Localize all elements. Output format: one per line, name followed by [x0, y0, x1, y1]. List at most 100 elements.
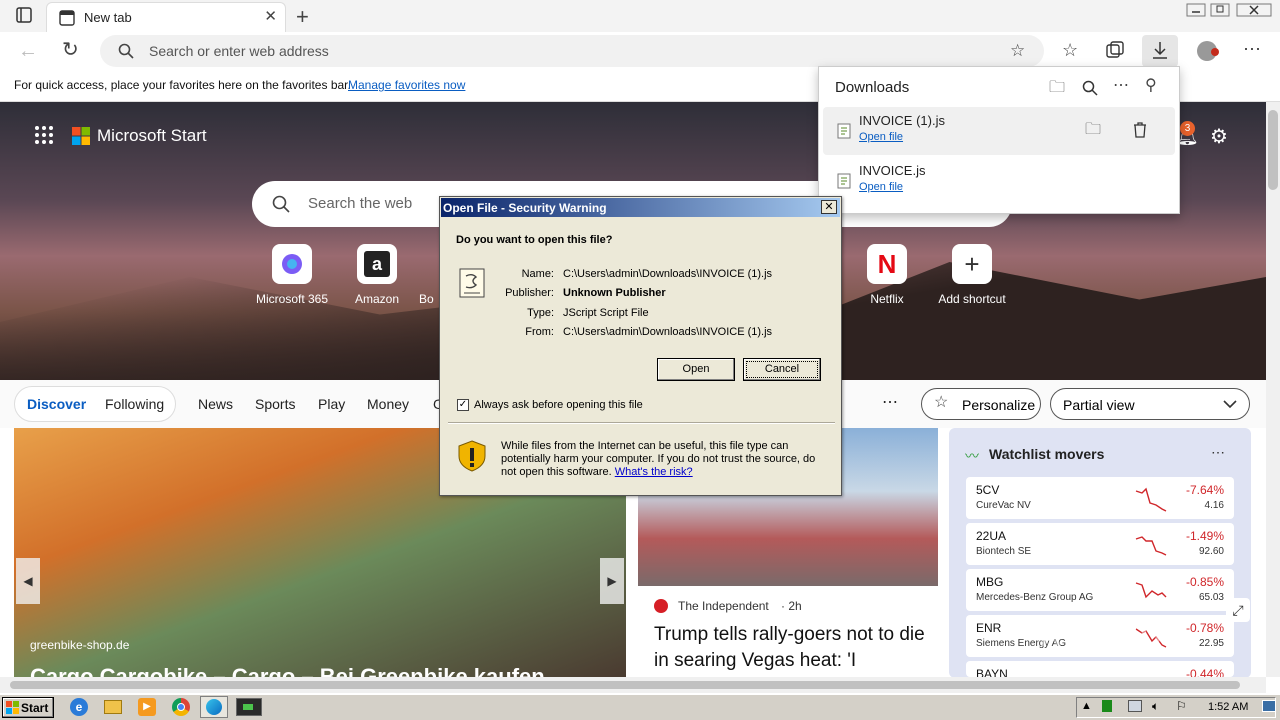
download-filename: INVOICE (1).js: [859, 113, 945, 128]
more-options-icon[interactable]: ⋯: [1113, 78, 1129, 94]
favorites-icon[interactable]: ☆: [1062, 41, 1078, 59]
shortcut-label: Netflix: [870, 292, 904, 306]
watchlist-row[interactable]: 5CV CureVac NV -7.64% 4.16: [966, 477, 1234, 519]
nav-money[interactable]: Money: [367, 396, 409, 412]
minimize-icon[interactable]: [1186, 2, 1206, 20]
type-label: Type:: [527, 307, 554, 319]
app-launcher-icon[interactable]: [35, 126, 53, 149]
vertical-scrollbar[interactable]: [1266, 102, 1280, 677]
media-player-icon[interactable]: ▶: [138, 698, 156, 716]
more-nav-icon[interactable]: ⋯: [882, 392, 898, 412]
always-ask-checkbox[interactable]: ✓: [457, 399, 469, 411]
tab-close-icon[interactable]: ✕: [264, 7, 277, 25]
publisher-value: Unknown Publisher: [563, 287, 666, 299]
start-label: Start: [21, 701, 49, 715]
flag-icon[interactable]: ⚐: [1176, 699, 1187, 713]
chrome-icon[interactable]: [172, 698, 190, 716]
card-source: The Independent: [678, 599, 769, 613]
close-window-icon[interactable]: [1236, 2, 1272, 20]
type-value: JScript Script File: [563, 307, 649, 319]
search-downloads-icon[interactable]: [1082, 80, 1098, 99]
stock-change: -0.78%: [1185, 621, 1224, 635]
refresh-icon[interactable]: ↻: [62, 40, 79, 60]
brand-title[interactable]: Microsoft Start: [97, 126, 207, 146]
carousel-next-button[interactable]: ▶: [600, 558, 624, 604]
shortcut-add[interactable]: + Add shortcut: [929, 244, 1015, 306]
script-file-icon: [458, 267, 488, 304]
edge-taskbar-button[interactable]: [200, 696, 228, 718]
horizontal-scrollbar[interactable]: [0, 677, 1266, 693]
expand-icon[interactable]: ⤢: [1226, 598, 1250, 622]
shortcut-partial[interactable]: Bo: [419, 244, 441, 306]
chevron-down-icon: [1223, 396, 1237, 414]
favorites-bar-text: For quick access, place your favorites h…: [14, 78, 351, 92]
cancel-button[interactable]: Cancel: [743, 358, 821, 381]
open-folder-icon[interactable]: 🗀︎: [1049, 80, 1065, 96]
show-desktop-icon[interactable]: [1262, 700, 1276, 712]
microsoft-365-icon: [272, 244, 312, 284]
tab-discover[interactable]: Discover: [27, 396, 86, 412]
carousel-prev-button[interactable]: ◀: [16, 558, 40, 604]
nav-sports[interactable]: Sports: [255, 396, 295, 412]
tab-actions-icon[interactable]: [16, 7, 32, 26]
shortcut-label: Bo: [419, 292, 434, 306]
view-select[interactable]: Partial view: [1050, 388, 1250, 420]
open-button[interactable]: Open: [657, 358, 735, 381]
restore-icon[interactable]: [1210, 2, 1230, 20]
clock: 1:52 AM: [1208, 701, 1249, 713]
show-in-folder-icon[interactable]: 🗀︎: [1085, 122, 1101, 138]
divider: [448, 422, 835, 424]
terminal-icon[interactable]: [236, 698, 262, 716]
address-bar[interactable]: Search or enter web address ☆: [100, 35, 1044, 67]
collections-icon[interactable]: [1106, 41, 1124, 62]
dialog-question: Do you want to open this file?: [456, 234, 613, 246]
start-button[interactable]: Start: [2, 697, 54, 718]
edge-icon: [206, 699, 222, 715]
stock-name: Biontech SE: [976, 546, 1032, 557]
stock-price: 4.16: [1204, 500, 1224, 511]
shortcut-label: Add shortcut: [938, 292, 1006, 306]
network-icon[interactable]: [1128, 700, 1142, 712]
stock-price: 22.95: [1198, 638, 1224, 649]
shortcut-netflix[interactable]: N Netflix: [844, 244, 930, 306]
new-tab-icon[interactable]: +: [296, 6, 309, 28]
more-options-icon[interactable]: ⋯: [1243, 40, 1261, 58]
watchlist-row[interactable]: MBG Mercedes-Benz Group AG -0.85% 65.03: [966, 569, 1234, 611]
news-card-trump[interactable]: The Independent · 2h Trump tells rally-g…: [638, 586, 938, 678]
tab-following[interactable]: Following: [105, 396, 164, 412]
personalize-button[interactable]: ☆ Personalize: [921, 388, 1041, 420]
shortcut-amazon[interactable]: a Amazon: [334, 244, 420, 306]
always-ask-label[interactable]: Always ask before opening this file: [474, 399, 643, 411]
tray-app-icon[interactable]: [1102, 700, 1112, 712]
open-file-link[interactable]: Open file: [859, 131, 903, 143]
download-item[interactable]: INVOICE.js Open file: [823, 157, 1175, 205]
watchlist-more-icon[interactable]: ⋯: [1211, 444, 1225, 461]
netflix-icon: N: [867, 244, 907, 284]
pin-icon[interactable]: ⚲: [1145, 78, 1157, 94]
security-warning-dialog: Open File - Security Warning ✕ Do you wa…: [439, 196, 842, 496]
shortcut-microsoft-365[interactable]: Microsoft 365: [249, 244, 335, 306]
dialog-close-icon[interactable]: ✕: [821, 200, 837, 214]
watchlist-row[interactable]: 22UA Biontech SE -1.49% 92.60: [966, 523, 1234, 565]
nav-news[interactable]: News: [198, 396, 233, 412]
sparkle-icon: ☆: [934, 394, 949, 411]
open-file-link[interactable]: Open file: [859, 181, 903, 193]
volume-icon[interactable]: 🔈︎: [1152, 699, 1159, 714]
nav-play[interactable]: Play: [318, 396, 345, 412]
tab-new-tab[interactable]: New tab ✕: [46, 2, 286, 32]
tray-expand-icon[interactable]: ▲: [1081, 700, 1092, 712]
download-item[interactable]: INVOICE (1).js Open file 🗀︎: [823, 107, 1175, 155]
downloads-flyout: Downloads 🗀︎ ⋯ ⚲ INVOICE (1).js Open fil…: [818, 66, 1180, 214]
add-favorite-icon[interactable]: ☆: [1010, 42, 1025, 59]
manage-favorites-link[interactable]: Manage favorites now: [348, 78, 465, 92]
sparkline: [1135, 582, 1167, 599]
whats-the-risk-link[interactable]: What's the risk?: [615, 466, 693, 478]
explorer-icon[interactable]: [104, 700, 122, 714]
watchlist-row[interactable]: BAYN -0.44%: [966, 661, 1234, 677]
back-icon[interactable]: ←: [18, 41, 38, 61]
delete-icon[interactable]: [1133, 122, 1147, 141]
stock-symbol: 5CV: [976, 483, 1000, 497]
settings-icon[interactable]: ⚙: [1210, 124, 1228, 149]
ie-icon[interactable]: e: [70, 698, 88, 716]
download-filename: INVOICE.js: [859, 163, 926, 178]
